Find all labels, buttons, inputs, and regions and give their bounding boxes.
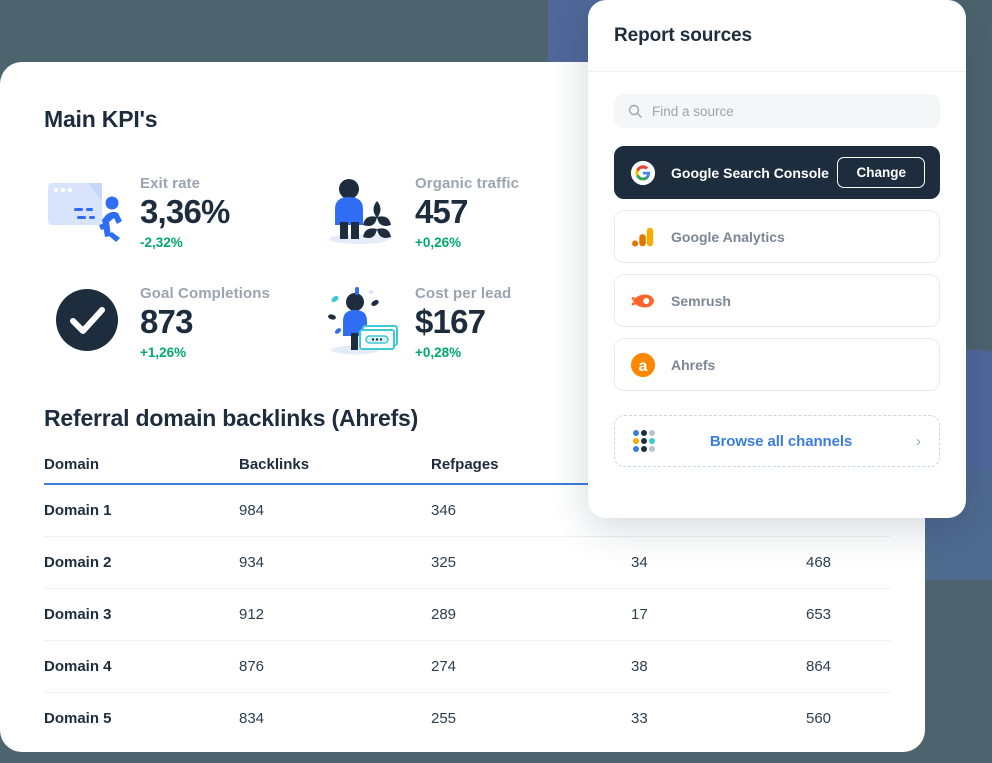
kpi-delta: +1,26% — [140, 345, 270, 360]
search-placeholder: Find a source — [652, 104, 734, 119]
cell-backlinks: 984 — [239, 484, 431, 537]
cell-domain: Domain 1 — [44, 484, 239, 537]
source-name: Google Analytics — [671, 229, 925, 245]
table-row[interactable]: Domain 5 834 255 33 560 — [44, 693, 891, 745]
cell-col5: 560 — [806, 693, 891, 745]
source-name: Google Search Console — [671, 165, 837, 181]
cell-refpages: 255 — [431, 693, 631, 745]
cell-domain: Domain 3 — [44, 589, 239, 641]
cell-domain: Domain 4 — [44, 641, 239, 693]
kpi-value: $167 — [415, 303, 511, 342]
kpi-label: Cost per lead — [415, 285, 511, 302]
browse-all-channels-button[interactable]: Browse all channels › — [614, 415, 940, 467]
kpi-card-organic-traffic: Organic traffic 457 +0,26% — [319, 167, 594, 253]
kpi-value: 457 — [415, 193, 519, 232]
kpi-value: 873 — [140, 303, 270, 342]
semrush-icon — [629, 287, 657, 315]
report-sources-panel: Report sources Find a source — [588, 0, 966, 518]
table-row[interactable]: Domain 3 912 289 17 653 — [44, 589, 891, 641]
cell-col5: 864 — [806, 641, 891, 693]
cell-col4: 38 — [631, 641, 806, 693]
cell-col4: 33 — [631, 693, 806, 745]
panel-title: Report sources — [614, 25, 752, 47]
kpi-delta: -2,32% — [140, 235, 230, 250]
cell-refpages: 325 — [431, 537, 631, 589]
cell-domain: Domain 2 — [44, 537, 239, 589]
exit-rate-icon — [44, 167, 130, 253]
column-header-backlinks[interactable]: Backlinks — [239, 456, 431, 484]
kpi-label: Exit rate — [140, 175, 230, 192]
kpi-card-exit-rate: Exit rate 3,36% -2,32% — [44, 167, 319, 253]
change-button[interactable]: Change — [837, 157, 925, 188]
kpi-label: Goal Completions — [140, 285, 270, 302]
source-name: Ahrefs — [671, 357, 925, 373]
cell-backlinks: 934 — [239, 537, 431, 589]
search-icon — [628, 104, 642, 118]
cell-col4: 34 — [631, 537, 806, 589]
kpi-card-cost-per-lead: Cost per lead $167 +0,28% — [319, 277, 594, 363]
table-row[interactable]: Domain 4 876 274 38 864 — [44, 641, 891, 693]
kpi-card-goal-completions: Goal Completions 873 +1,26% — [44, 277, 319, 363]
cost-per-lead-icon — [319, 277, 405, 363]
source-item-google-search-console[interactable]: Google Search Console Change — [614, 146, 940, 199]
goal-completions-icon — [44, 277, 130, 363]
source-list: Google Search Console Change Google Anal… — [614, 146, 940, 391]
organic-traffic-icon — [319, 167, 405, 253]
cell-refpages: 289 — [431, 589, 631, 641]
chevron-right-icon: › — [907, 433, 921, 450]
cell-col4: 17 — [631, 589, 806, 641]
source-name: Semrush — [671, 293, 925, 309]
source-item-ahrefs[interactable]: a Ahrefs — [614, 338, 940, 391]
cell-backlinks: 876 — [239, 641, 431, 693]
google-icon — [629, 159, 657, 187]
dot-grid-icon — [633, 430, 655, 452]
source-item-semrush[interactable]: Semrush — [614, 274, 940, 327]
cell-domain: Domain 5 — [44, 693, 239, 745]
panel-header: Report sources — [588, 0, 966, 72]
source-item-google-analytics[interactable]: Google Analytics — [614, 210, 940, 263]
kpi-value: 3,36% — [140, 193, 230, 232]
table-row[interactable]: Domain 2 934 325 34 468 — [44, 537, 891, 589]
cell-backlinks: 834 — [239, 693, 431, 745]
cell-col5: 468 — [806, 537, 891, 589]
ahrefs-icon: a — [629, 351, 657, 379]
browse-all-channels-label: Browse all channels — [655, 433, 907, 450]
cell-backlinks: 912 — [239, 589, 431, 641]
kpi-delta: +0,28% — [415, 345, 511, 360]
svg-text:a: a — [639, 358, 648, 375]
google-analytics-icon — [629, 223, 657, 251]
kpi-label: Organic traffic — [415, 175, 519, 192]
kpi-delta: +0,26% — [415, 235, 519, 250]
column-header-domain[interactable]: Domain — [44, 456, 239, 484]
cell-col5: 653 — [806, 589, 891, 641]
cell-refpages: 274 — [431, 641, 631, 693]
search-input[interactable]: Find a source — [614, 94, 940, 128]
